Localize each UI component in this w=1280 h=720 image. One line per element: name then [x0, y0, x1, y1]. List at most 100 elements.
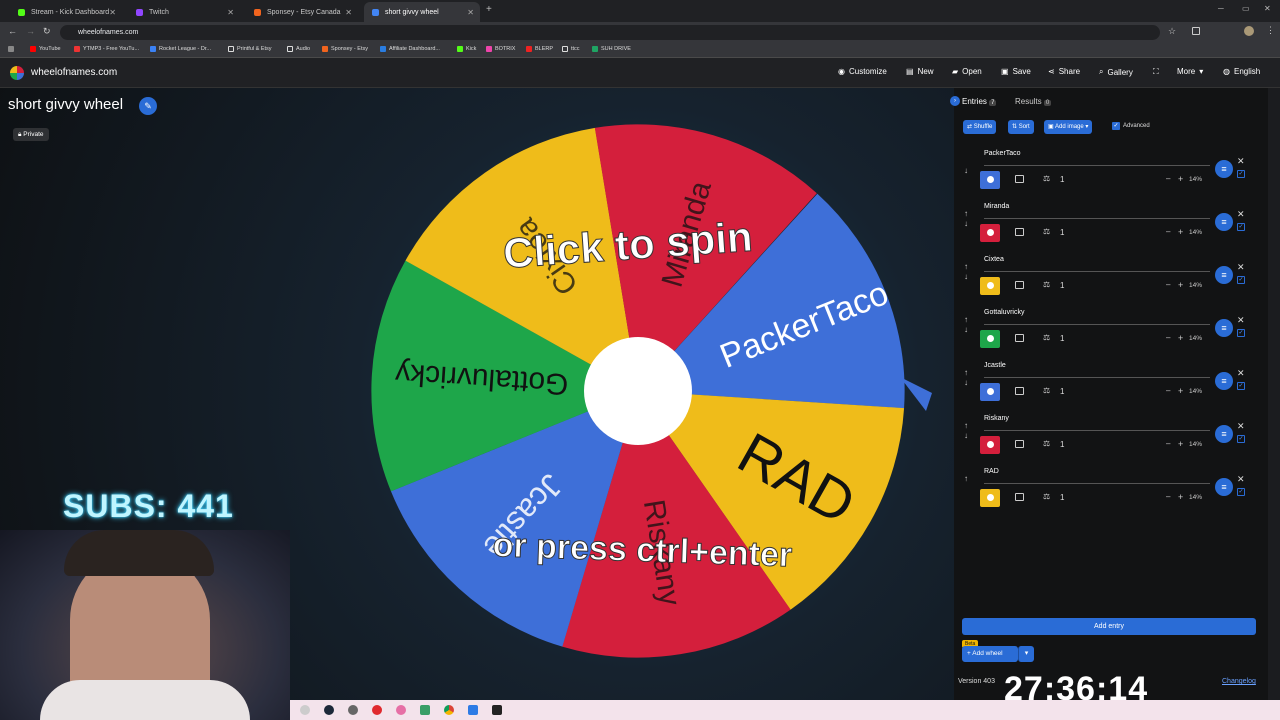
add-entry-button[interactable]: Add entry	[962, 618, 1256, 635]
close-icon[interactable]: ✕	[227, 8, 234, 17]
entry-weight[interactable]: 1	[1060, 440, 1064, 449]
decrease-weight-button[interactable]: –	[1166, 333, 1170, 342]
search-icon[interactable]	[300, 705, 310, 715]
bookmark-item[interactable]: Kick	[457, 46, 476, 52]
entry-image-icon[interactable]	[1015, 387, 1024, 395]
increase-weight-button[interactable]: +	[1178, 492, 1183, 502]
move-up-icon[interactable]: ↑	[964, 315, 968, 324]
reload-icon[interactable]: ↻	[43, 26, 51, 37]
edit-title-button[interactable]: ✎	[139, 97, 157, 115]
decrease-weight-button[interactable]: –	[1166, 386, 1170, 395]
back-icon[interactable]: ←	[8, 26, 17, 36]
url-field[interactable]: wheelofnames.com	[60, 25, 1160, 40]
decrease-weight-button[interactable]: –	[1166, 174, 1170, 183]
nav-open[interactable]: ▰ Open	[952, 67, 982, 76]
brand-name[interactable]: wheelofnames.com	[31, 67, 117, 78]
move-up-icon[interactable]: ↑	[964, 421, 968, 430]
entry-color-button[interactable]	[980, 436, 1000, 454]
decrease-weight-button[interactable]: –	[1166, 227, 1170, 236]
entry-settings-button[interactable]: ≡	[1215, 425, 1233, 443]
terminal-icon[interactable]	[492, 705, 502, 715]
entry-image-icon[interactable]	[1015, 440, 1024, 448]
move-up-icon[interactable]: ↑	[964, 262, 968, 271]
bookmark-item[interactable]: BLERP	[526, 46, 553, 52]
browser-tab[interactable]: Twitch ✕	[128, 2, 240, 22]
steam-icon[interactable]	[324, 705, 334, 715]
entry-weight[interactable]: 1	[1060, 493, 1064, 502]
add-image-button[interactable]: ▣ Add image ▾	[1044, 120, 1093, 134]
close-window-icon[interactable]: ✕	[1264, 4, 1271, 13]
decrease-weight-button[interactable]: –	[1166, 492, 1170, 501]
collapse-panel-icon[interactable]: ›	[950, 96, 960, 106]
changelog-link[interactable]: Changelog	[1222, 678, 1256, 685]
bookmark-item[interactable]: Sponsey - Etsy	[322, 46, 368, 52]
bookmark-folder[interactable]: Printful & Etsy	[228, 46, 272, 52]
opera-icon[interactable]	[372, 705, 382, 715]
entry-enabled-checkbox[interactable]: ✓	[1237, 435, 1245, 443]
bookmark-item[interactable]: Rocket League - Dr...	[150, 46, 211, 52]
add-wheel-button[interactable]: + Add wheel	[962, 646, 1018, 662]
move-up-icon[interactable]: ↑	[964, 474, 968, 483]
entry-image-icon[interactable]	[1015, 281, 1024, 289]
delete-entry-icon[interactable]: ✕	[1237, 421, 1245, 432]
entry-enabled-checkbox[interactable]: ✓	[1237, 223, 1245, 231]
decrease-weight-button[interactable]: –	[1166, 439, 1170, 448]
entry-name-input[interactable]: RAD	[984, 468, 1210, 484]
nav-share[interactable]: ⋖ Share	[1048, 67, 1080, 76]
wheel-center-hub[interactable]	[584, 337, 692, 445]
forward-icon[interactable]: →	[26, 26, 35, 36]
increase-weight-button[interactable]: +	[1178, 333, 1183, 343]
app-icon[interactable]	[468, 705, 478, 715]
profile-avatar[interactable]	[1244, 26, 1254, 36]
entry-name-input[interactable]: Jcastle	[984, 362, 1210, 378]
app-icon[interactable]	[348, 705, 358, 715]
nav-language[interactable]: ◍ English	[1223, 67, 1260, 76]
entry-settings-button[interactable]: ≡	[1215, 372, 1233, 390]
advanced-checkbox[interactable]: ✓	[1112, 122, 1120, 130]
entry-image-icon[interactable]	[1015, 334, 1024, 342]
tab-results[interactable]: Results 0	[1015, 97, 1052, 106]
chrome-icon[interactable]	[444, 705, 454, 715]
delete-entry-icon[interactable]: ✕	[1237, 209, 1245, 220]
entry-settings-button[interactable]: ≡	[1215, 160, 1233, 178]
delete-entry-icon[interactable]: ✕	[1237, 474, 1245, 485]
entry-settings-button[interactable]: ≡	[1215, 319, 1233, 337]
entry-color-button[interactable]	[980, 277, 1000, 295]
increase-weight-button[interactable]: +	[1178, 174, 1183, 184]
bookmark-item[interactable]: YouTube	[30, 46, 61, 52]
entry-enabled-checkbox[interactable]: ✓	[1237, 382, 1245, 390]
decrease-weight-button[interactable]: –	[1166, 280, 1170, 289]
close-icon[interactable]: ✕	[467, 8, 474, 17]
nav-new[interactable]: ▤ New	[906, 67, 934, 76]
move-up-icon[interactable]: ↑	[964, 209, 968, 218]
entry-name-input[interactable]: Riskany	[984, 415, 1210, 431]
app-icon[interactable]	[420, 705, 430, 715]
sort-button[interactable]: ⇅ Sort	[1008, 120, 1034, 134]
entry-enabled-checkbox[interactable]: ✓	[1237, 170, 1245, 178]
bookmark-folder[interactable]: Audio	[287, 46, 310, 52]
close-icon[interactable]: ✕	[109, 8, 116, 17]
increase-weight-button[interactable]: +	[1178, 386, 1183, 396]
delete-entry-icon[interactable]: ✕	[1237, 156, 1245, 167]
move-down-icon[interactable]: ↓	[964, 325, 968, 334]
entry-enabled-checkbox[interactable]: ✓	[1237, 276, 1245, 284]
entry-name-input[interactable]: Miranda	[984, 203, 1210, 219]
bookmark-item[interactable]: YTMP3 - Free YouTu...	[74, 46, 139, 52]
entry-color-button[interactable]	[980, 489, 1000, 507]
nav-save[interactable]: ▣ Save	[1001, 67, 1031, 76]
browser-tab[interactable]: Stream - Kick Dashboard ✕	[10, 2, 122, 22]
bookmark-folder[interactable]: ttcc	[562, 46, 580, 52]
entry-name-input[interactable]: PackerTaco	[984, 150, 1210, 166]
delete-entry-icon[interactable]: ✕	[1237, 368, 1245, 379]
entry-image-icon[interactable]	[1015, 228, 1024, 236]
entry-name-input[interactable]: Gottaluvricky	[984, 309, 1210, 325]
entry-weight[interactable]: 1	[1060, 387, 1064, 396]
app-icon[interactable]	[396, 705, 406, 715]
entry-weight[interactable]: 1	[1060, 175, 1064, 184]
shuffle-button[interactable]: ⇄ Shuffle	[963, 120, 997, 134]
entry-enabled-checkbox[interactable]: ✓	[1237, 488, 1245, 496]
move-down-icon[interactable]: ↓	[964, 272, 968, 281]
fullscreen-button[interactable]: ⛶	[1153, 67, 1163, 77]
increase-weight-button[interactable]: +	[1178, 227, 1183, 237]
extensions-icon[interactable]	[1192, 27, 1200, 35]
